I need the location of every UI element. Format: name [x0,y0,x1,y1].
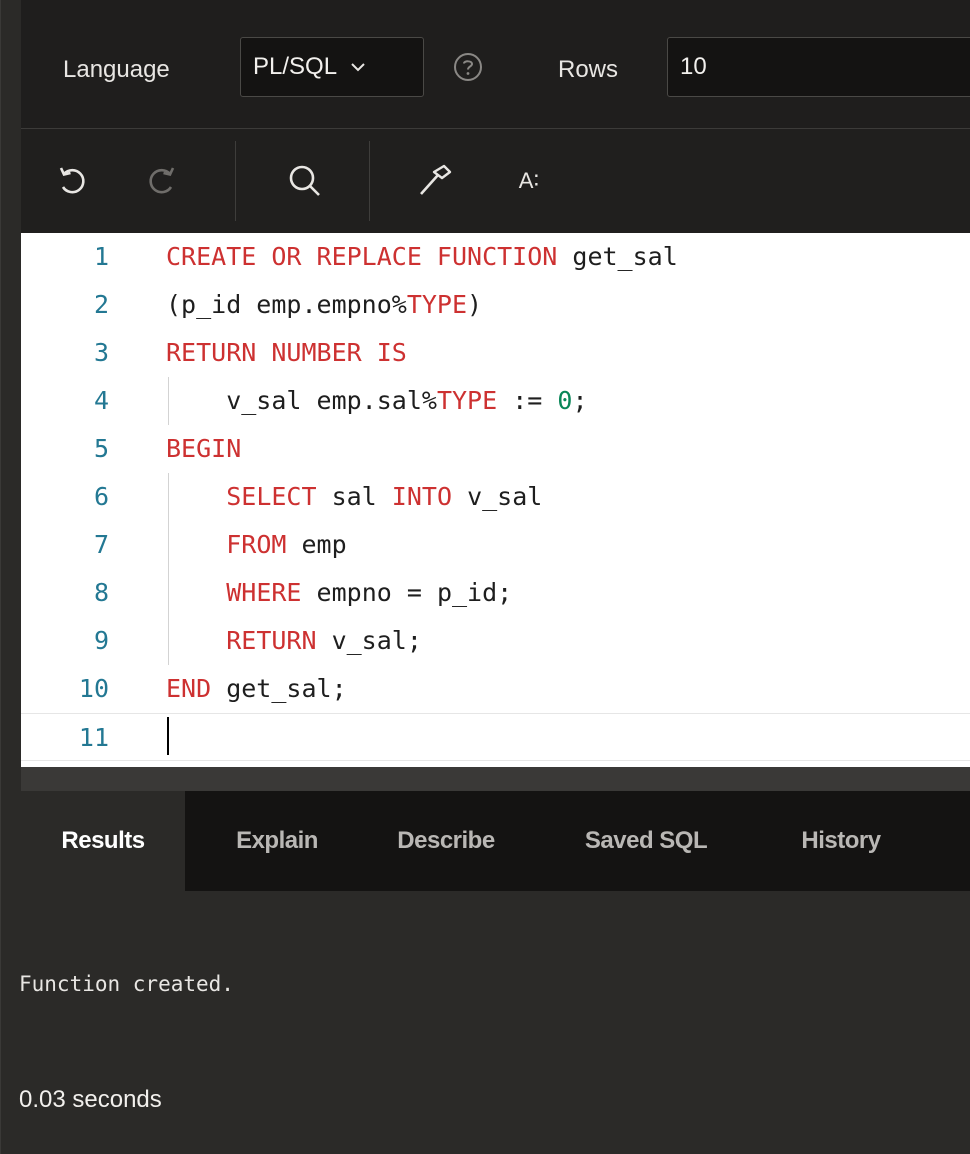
code-text: CREATE OR REPLACE FUNCTION get_sal [166,233,678,281]
text-token: empno = p_id; [301,578,513,607]
compile-button[interactable] [413,159,457,203]
undo-button[interactable] [51,159,95,203]
keyword-token: INTO [391,482,453,511]
chevron-down-icon [351,63,365,72]
sql-workshop: Language PL/SQL Rows 10 A∶ 1 CREATE OR R… [0,0,970,1154]
number-token: 0 [557,386,573,415]
language-select[interactable]: PL/SQL [240,37,424,97]
code-editor[interactable]: 1 CREATE OR REPLACE FUNCTION get_sal 2 (p_i… [21,233,970,767]
panel-splitter[interactable] [21,767,970,791]
keyword-token: RETURN NUMBER IS [166,338,407,367]
code-line[interactable]: 9 RETURN v_sal; [21,617,970,665]
hammer-icon [420,164,452,195]
tab-results[interactable]: Results [21,791,185,891]
keyword-token: TYPE [406,290,468,319]
format-button[interactable]: A∶ [499,159,559,203]
keyword-token: RETURN [226,626,317,655]
code-line[interactable]: 7 FROM emp [21,521,970,569]
code-text: FROM emp [166,521,347,569]
line-number: 3 [93,338,109,367]
rows-input[interactable] [667,37,970,97]
undo-icon [59,167,85,194]
keyword-token: TYPE [436,386,498,415]
line-number: 1 [93,242,109,271]
line-number: 6 [93,482,109,511]
text-token: v_sal emp.sal% [166,386,437,415]
keyword-token: CREATE OR REPLACE FUNCTION [166,242,558,271]
code-line[interactable]: 3 RETURN NUMBER IS [21,329,970,377]
search-button[interactable] [283,159,327,203]
text-token: get_sal [557,242,678,271]
text-token: sal [316,482,392,511]
settings-bar: Language PL/SQL Rows [21,0,970,129]
rows-label: Rows [558,56,619,83]
results-tabs: Results Explain Describe Saved SQL Histo… [21,791,970,891]
code-line[interactable]: 8 WHERE empno = p_id; [21,569,970,617]
line-number: 2 [93,290,109,319]
line-number: 11 [78,723,109,752]
editor-toolbar: A∶ [21,129,970,233]
code-line[interactable]: 10 END get_sal; [21,665,970,713]
line-number: 10 [78,674,109,703]
tab-explain[interactable]: Explain [207,791,347,891]
text-token: v_sal [452,482,543,511]
code-text: END get_sal; [166,665,347,713]
code-text: (p_id emp.empno%TYPE) [166,281,482,329]
execution-time: 0.03 seconds [19,1086,162,1113]
search-icon [289,165,320,196]
code-text: WHERE empno = p_id; [166,569,512,617]
keyword-token: WHERE [226,578,302,607]
text-token: (p_id emp.empno% [166,290,407,319]
line-number: 5 [93,434,109,463]
toolbar-divider [235,141,236,221]
redo-button[interactable] [139,159,183,203]
keyword-token: BEGIN [166,434,242,463]
keyword-token: END [166,674,212,703]
toolbar-divider [369,141,370,221]
tab-saved-sql[interactable]: Saved SQL [561,791,731,891]
format-icon: A∶ [518,168,540,193]
tab-describe[interactable]: Describe [371,791,521,891]
output-message: Function created. [19,972,234,996]
text-token: get_sal; [211,674,347,703]
text-token: := [497,386,558,415]
language-value: PL/SQL [253,53,338,80]
redo-icon [149,167,175,194]
tab-history[interactable]: History [771,791,911,891]
line-number: 7 [93,530,109,559]
line-number: 9 [93,626,109,655]
code-line[interactable]: 1 CREATE OR REPLACE FUNCTION get_sal [21,233,970,281]
keyword-token: SELECT [226,482,317,511]
code-text: v_sal emp.sal%TYPE := 0; [166,377,588,425]
code-text: RETURN v_sal; [166,617,422,665]
text-cursor [167,717,169,755]
code-line[interactable]: 11 [21,713,970,761]
code-line[interactable]: 2 (p_id emp.empno%TYPE) [21,281,970,329]
text-token: emp [286,530,347,559]
code-text: RETURN NUMBER IS [166,329,407,377]
code-line[interactable]: 5 BEGIN [21,425,970,473]
text-token: v_sal; [316,626,422,655]
text-token: ; [572,386,588,415]
keyword-token: FROM [226,530,287,559]
help-icon[interactable] [453,52,483,82]
code-line[interactable]: 6 SELECT sal INTO v_sal [21,473,970,521]
line-number: 8 [93,578,109,607]
code-line[interactable]: 4 v_sal emp.sal%TYPE := 0; [21,377,970,425]
text-token: ) [467,290,483,319]
code-text: SELECT sal INTO v_sal [166,473,542,521]
language-label: Language [63,56,170,83]
line-number: 4 [93,386,109,415]
code-text: BEGIN [166,425,241,473]
